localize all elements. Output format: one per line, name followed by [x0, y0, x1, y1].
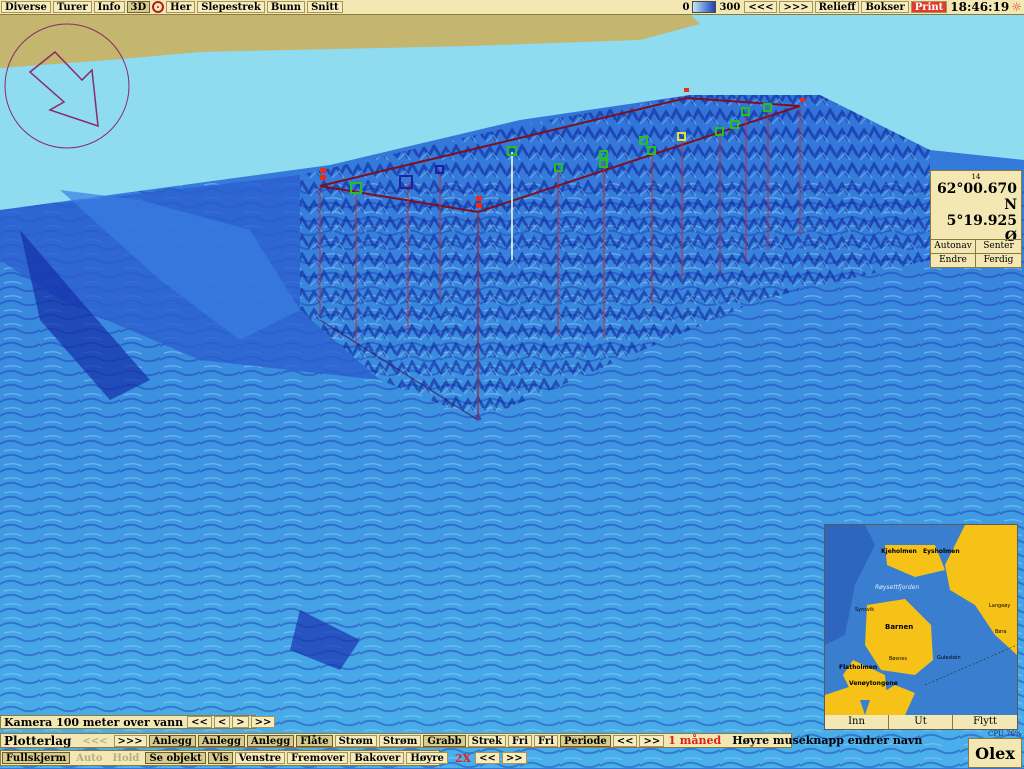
periode-prev-button[interactable]: << [612, 734, 638, 747]
plotterlag-bar: Plotterlag <<< >>> Anlegg Anlegg Anlegg … [0, 733, 922, 748]
move-button[interactable]: Flytt [953, 715, 1017, 729]
clock: 18:46:19 [950, 0, 1010, 14]
layer-strom-2[interactable]: Strøm [378, 734, 422, 747]
periode-button[interactable]: Periode [560, 734, 611, 747]
speed-up-button[interactable]: >> [501, 752, 527, 764]
minimap-place: Flatholmen [839, 664, 877, 671]
layer-strek[interactable]: Strek [467, 734, 506, 747]
layer-anlegg-1[interactable]: Anlegg [148, 734, 196, 747]
autonav-button[interactable]: Autonav [931, 239, 976, 253]
camera-far-forward-button[interactable]: >> [250, 716, 276, 728]
camera-far-back-button[interactable]: << [187, 716, 212, 728]
layer-fri-1[interactable]: Fri [508, 734, 532, 747]
plotterlag-next-button[interactable]: >>> [113, 734, 147, 747]
ferdig-button[interactable]: Ferdig [976, 253, 1021, 267]
fremover-button[interactable]: Fremover [287, 752, 349, 764]
periode-value: 1 måned [668, 734, 722, 747]
se-objekt-button[interactable]: Se objekt [145, 752, 206, 764]
endre-button[interactable]: Endre [931, 253, 976, 267]
minimap-place: Røysettfjorden [875, 584, 919, 591]
layer-anlegg-2[interactable]: Anlegg [197, 734, 246, 747]
olex-logo[interactable]: Olex [968, 738, 1022, 768]
command-bar: Fullskjerm Auto Hold Se objekt Vis Venst… [0, 750, 527, 766]
minimap-place: Venøytongene [849, 680, 898, 687]
camera-back-button[interactable]: < [213, 716, 231, 728]
depth-scale-bar [692, 1, 717, 13]
menu-snitt[interactable]: Snitt [307, 1, 343, 13]
minimap-place: Eysholmen [923, 548, 960, 555]
minimap-place: Synsvik [855, 607, 874, 613]
minimap-place: Barnen [885, 623, 913, 631]
depth-prev-button[interactable]: <<< [744, 1, 778, 13]
menu-her[interactable]: Her [166, 1, 196, 13]
minimap-place: Bøsnes [889, 656, 907, 662]
position-panel: 14 62°00.670 N 5°19.925 Ø Autonav Senter… [930, 170, 1022, 268]
depth-scale-max: 300 [719, 1, 741, 13]
layer-flate[interactable]: Flåte [296, 734, 333, 747]
minimap-place: Børa [995, 629, 1007, 635]
overview-minimap: Kjeholmen Eysholmen Røysettfjorden Lange… [824, 524, 1018, 730]
minimap-place: Kjeholmen [881, 548, 917, 555]
speed-value: 2X [454, 751, 472, 765]
camera-forward-button[interactable]: > [232, 716, 249, 728]
top-toolbar: Diverse Turer Info 3D Her Slepestrek Bun… [0, 0, 1024, 15]
periode-next-button[interactable]: >> [639, 734, 665, 747]
hold-button[interactable]: Hold [109, 752, 144, 764]
camera-bar: Kamera 100 meter over vann << < > >> [0, 715, 276, 729]
bokser-button[interactable]: Bokser [861, 1, 909, 13]
relief-button[interactable]: Relieff [814, 1, 860, 13]
menu-diverse[interactable]: Diverse [1, 1, 51, 13]
layer-grabb[interactable]: Grabb [423, 734, 466, 747]
hoyre-button[interactable]: Høyre [406, 752, 448, 764]
rename-hint: Høyre museknapp endrer navn [732, 734, 923, 747]
menu-info[interactable]: Info [93, 1, 125, 13]
camera-height-label: Kamera 100 meter over vann [4, 715, 184, 729]
bakover-button[interactable]: Bakover [350, 752, 405, 764]
target-icon[interactable] [152, 1, 165, 13]
venstre-button[interactable]: Venstre [234, 752, 286, 764]
menu-slepestrek[interactable]: Slepestrek [197, 1, 265, 13]
plotterlag-label: Plotterlag [4, 733, 72, 748]
speed-down-button[interactable]: << [475, 752, 500, 764]
zoom-in-button[interactable]: Inn [825, 715, 889, 729]
print-button[interactable]: Print [910, 1, 948, 13]
plotterlag-prev-button[interactable]: <<< [78, 735, 111, 747]
position-label: 14 [971, 173, 981, 181]
cpu-usage: CPU 76% [988, 730, 1022, 738]
toggle-3d[interactable]: 3D [126, 1, 151, 13]
senter-button[interactable]: Senter [976, 239, 1021, 253]
minimap-chart[interactable]: Kjeholmen Eysholmen Røysettfjorden Lange… [825, 525, 1017, 715]
zoom-out-button[interactable]: Ut [889, 715, 953, 729]
depth-next-button[interactable]: >>> [779, 1, 813, 13]
layer-anlegg-3[interactable]: Anlegg [247, 734, 295, 747]
menu-turer[interactable]: Turer [52, 1, 92, 13]
depth-scale-min: 0 [682, 1, 690, 13]
minimap-place: Langeøy [989, 603, 1010, 609]
layer-strom-1[interactable]: Strøm [334, 734, 377, 747]
vis-button[interactable]: Vis [207, 752, 233, 764]
menu-bunn[interactable]: Bunn [266, 1, 306, 13]
fullscreen-button[interactable]: Fullskjerm [2, 752, 71, 764]
minimap-place: Gulestein [937, 655, 961, 661]
layer-fri-2[interactable]: Fri [534, 734, 558, 747]
latitude: 62°00.670 N [936, 181, 1017, 213]
auto-button[interactable]: Auto [72, 752, 106, 764]
sun-icon[interactable]: ☼ [1011, 0, 1024, 14]
